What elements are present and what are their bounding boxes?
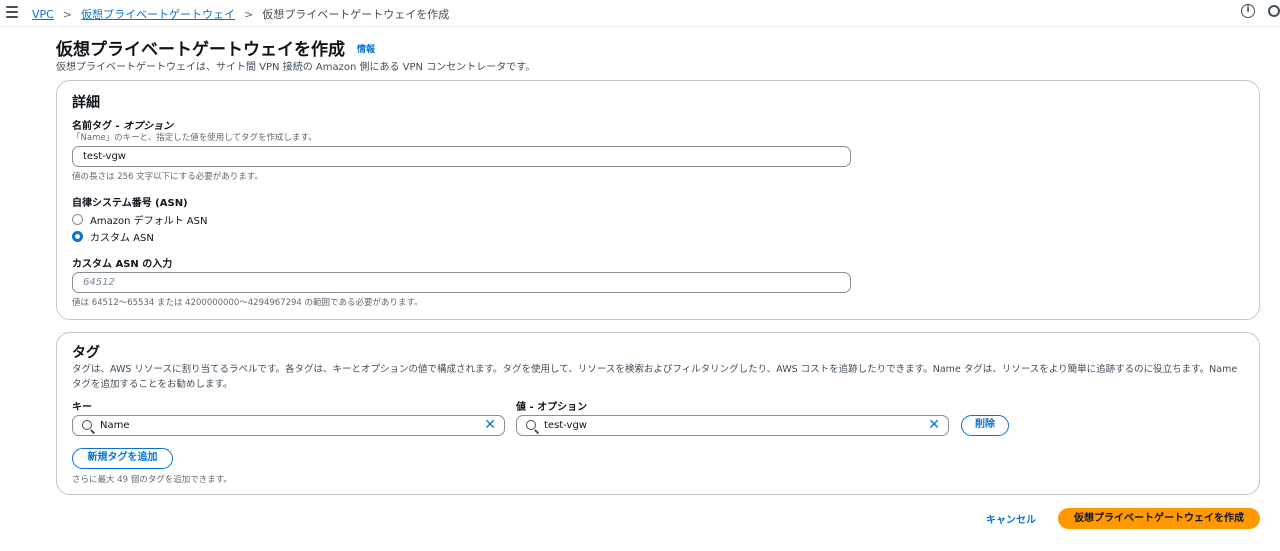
search-icon (82, 420, 92, 430)
page-description: 仮想プライベートゲートウェイは、サイト間 VPN 接続の Amazon 側にある… (56, 62, 536, 73)
close-icon[interactable]: ✕ (928, 418, 940, 433)
breadcrumb-vgw[interactable]: 仮想プライベートゲートウェイ (81, 6, 235, 22)
top-bar: VPC > 仮想プライベートゲートウェイ > 仮想プライベートゲートウェイを作成… (0, 0, 1280, 27)
menu-icon[interactable] (6, 6, 18, 18)
tag-key-input[interactable]: Name ✕ (72, 415, 505, 436)
settings-icon[interactable] (1268, 5, 1280, 17)
breadcrumb-vpc[interactable]: VPC (32, 8, 54, 21)
cancel-button[interactable]: キャンセル (986, 511, 1036, 526)
radio-button[interactable] (72, 214, 83, 225)
tag-value-label: 値 - オプション (516, 402, 588, 413)
custom-asn-label: カスタム ASN の入力 (72, 259, 173, 270)
tag-key-label: キー (72, 402, 92, 413)
name-tag-constraint: 値の長さは 256 文字以下にする必要があります。 (72, 172, 263, 182)
tags-container: タグ タグは、AWS リソースに割り当てるラベルです。各タグは、キーとオプション… (56, 332, 1260, 495)
remove-tag-button[interactable]: 削除 (961, 415, 1009, 436)
tag-limit-hint: さらに最大 49 個のタグを追加できます。 (72, 475, 232, 485)
custom-asn-input[interactable]: 64512 (72, 272, 851, 293)
breadcrumb: VPC > 仮想プライベートゲートウェイ > 仮想プライベートゲートウェイを作成 (32, 6, 449, 22)
info-link[interactable]: 情報 (357, 42, 375, 55)
breadcrumb-current: 仮想プライベートゲートウェイを作成 (262, 8, 450, 21)
tags-title: タグ (72, 345, 100, 361)
search-icon (526, 420, 536, 430)
create-vgw-button[interactable]: 仮想プライベートゲートウェイを作成 (1058, 508, 1260, 529)
details-title: 詳細 (72, 95, 100, 111)
name-tag-label: 名前タグ - オプション (72, 121, 174, 132)
asn-option-amazon[interactable]: Amazon デフォルト ASN (72, 212, 207, 227)
asn-label: 自律システム番号 (ASN) (72, 198, 188, 209)
add-tag-button[interactable]: 新規タグを追加 (72, 448, 173, 469)
name-tag-hint: 「Name」のキーと、指定した値を使用してタグを作成します。 (72, 133, 317, 143)
tag-value-input[interactable]: test-vgw ✕ (516, 415, 949, 436)
chevron-right-icon: > (244, 7, 254, 21)
tags-description: タグは、AWS リソースに割り当てるラベルです。各タグは、キーとオプションの値で… (72, 364, 1238, 390)
name-tag-input[interactable]: test-vgw (72, 146, 851, 167)
custom-asn-constraint: 値は 64512〜65534 または 4200000000〜4294967294… (72, 298, 423, 308)
close-icon[interactable]: ✕ (484, 418, 496, 433)
radio-button-selected[interactable] (72, 231, 83, 242)
chevron-right-icon: > (62, 7, 73, 21)
page-title: 仮想プライベートゲートウェイを作成 (56, 40, 345, 60)
asn-option-custom[interactable]: カスタム ASN (72, 229, 154, 244)
details-container: 詳細 名前タグ - オプション 「Name」のキーと、指定した値を使用してタグを… (56, 80, 1260, 320)
info-icon[interactable]: i (1241, 4, 1255, 18)
